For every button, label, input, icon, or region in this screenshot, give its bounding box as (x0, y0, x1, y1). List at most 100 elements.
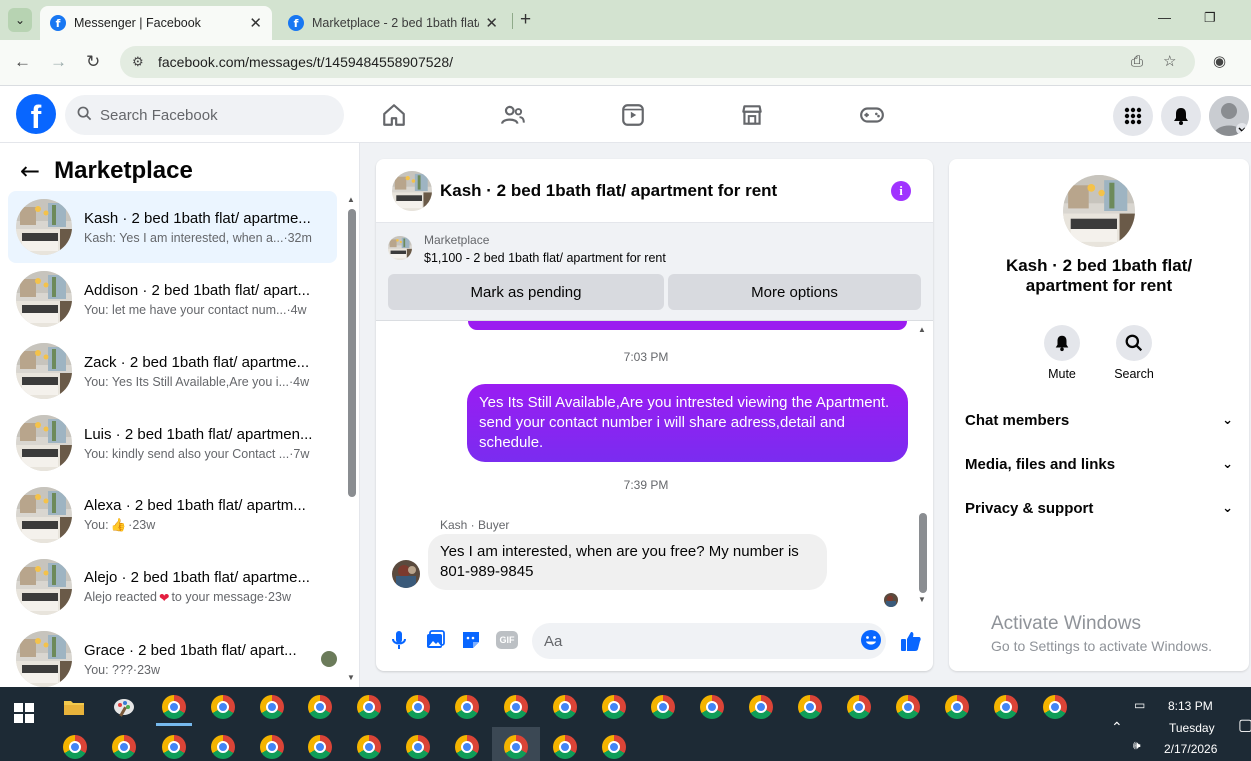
profile-icon[interactable]: ◉ (1213, 52, 1226, 70)
scroll-up-arrow-icon[interactable]: ▲ (347, 195, 355, 204)
chrome-taskbar-icon[interactable] (406, 695, 430, 719)
info-icon[interactable]: i (891, 181, 911, 201)
chrome-taskbar-icon[interactable] (112, 735, 136, 759)
thumbs-up-icon[interactable] (899, 629, 923, 653)
chrome-taskbar-icon[interactable] (896, 695, 920, 719)
chrome-taskbar-icon[interactable] (455, 695, 479, 719)
emoji-icon[interactable] (860, 629, 882, 651)
chrome-taskbar-icon[interactable] (798, 695, 822, 719)
site-info-icon[interactable]: ⚙ (132, 54, 152, 70)
more-options-button[interactable]: More options (668, 274, 921, 310)
conversation-large-avatar[interactable] (1063, 175, 1135, 247)
chrome-taskbar-icon[interactable] (553, 695, 577, 719)
url-text[interactable]: facebook.com/messages/t/1459484558907528… (158, 54, 1195, 70)
tab-marketplace[interactable]: f Marketplace - 2 bed 1bath flat/ ✕ (278, 6, 508, 40)
close-tab-icon[interactable]: ✕ (485, 14, 498, 32)
chrome-taskbar-icon[interactable] (504, 735, 528, 759)
message-text-field[interactable] (544, 632, 824, 650)
chrome-taskbar-icon[interactable] (308, 695, 332, 719)
chrome-taskbar-icon[interactable] (602, 735, 626, 759)
scroll-up-arrow-icon[interactable]: ▲ (918, 325, 926, 334)
photo-attach-icon[interactable] (424, 629, 446, 651)
chat-list-item[interactable]: Kash · 2 bed 1bath flat/ apartme... Kash:… (8, 191, 337, 263)
home-icon[interactable] (381, 102, 407, 128)
chrome-taskbar-icon[interactable] (357, 695, 381, 719)
conversation-avatar[interactable] (392, 171, 432, 211)
reload-icon[interactable]: ↻ (86, 52, 100, 72)
chrome-taskbar-icon[interactable] (406, 735, 430, 759)
marketplace-icon[interactable] (739, 102, 765, 128)
scroll-down-arrow-icon[interactable]: ▼ (918, 595, 926, 604)
message-input[interactable] (532, 623, 886, 659)
menu-button[interactable] (1113, 96, 1153, 136)
chrome-taskbar-icon[interactable] (260, 735, 284, 759)
privacy-support-section[interactable]: Privacy & support ⌄ (965, 493, 1233, 523)
clock-time[interactable]: 8:13 PM (1168, 699, 1213, 713)
clock-date[interactable]: 2/17/2026 (1164, 742, 1217, 756)
chrome-taskbar-icon[interactable] (357, 735, 381, 759)
chrome-taskbar-icon[interactable] (945, 695, 969, 719)
incoming-message-bubble[interactable]: Yes I am interested, when are you free? … (428, 534, 827, 590)
restore-button[interactable]: ❐ (1204, 10, 1216, 26)
friends-icon[interactable] (500, 102, 526, 128)
network-icon[interactable]: ▭ (1134, 698, 1145, 712)
tab-messenger[interactable]: f Messenger | Facebook ✕ (40, 6, 272, 40)
sender-avatar[interactable] (392, 560, 420, 588)
chrome-taskbar-icon[interactable] (260, 695, 284, 719)
search-conversation-button[interactable]: Search (1104, 325, 1164, 381)
chrome-taskbar-icon[interactable] (553, 735, 577, 759)
chrome-taskbar-icon[interactable] (700, 695, 724, 719)
back-arrow-icon[interactable]: ← (14, 52, 31, 72)
facebook-search[interactable] (65, 95, 344, 135)
new-tab-button[interactable]: + (520, 9, 531, 31)
paint-app-icon[interactable] (112, 695, 136, 719)
notifications-button[interactable] (1161, 96, 1201, 136)
gif-button[interactable]: GIF (496, 631, 518, 649)
chrome-taskbar-icon[interactable] (651, 695, 675, 719)
close-tab-icon[interactable]: ✕ (249, 14, 262, 32)
volume-icon[interactable]: 🕪 (1133, 738, 1141, 753)
chrome-taskbar-icon[interactable] (749, 695, 773, 719)
chat-list-item[interactable]: Addison · 2 bed 1bath flat/ apart... You:… (8, 263, 337, 335)
chrome-taskbar-icon[interactable] (162, 735, 186, 759)
chrome-taskbar-icon[interactable] (308, 735, 332, 759)
sticker-icon[interactable] (460, 629, 482, 651)
chrome-taskbar-icon[interactable] (63, 735, 87, 759)
search-input[interactable] (100, 106, 320, 124)
gaming-icon[interactable] (859, 102, 885, 128)
conversation-title[interactable]: Kash · 2 bed 1bath flat/ apartment for r… (440, 181, 777, 201)
tab-search-menu-button[interactable]: ⌄ (8, 8, 32, 32)
video-icon[interactable] (620, 102, 646, 128)
mark-as-pending-button[interactable]: Mark as pending (388, 274, 664, 310)
chrome-taskbar-icon[interactable] (162, 695, 186, 719)
chrome-taskbar-icon[interactable] (602, 695, 626, 719)
omnibox[interactable]: ⚙ facebook.com/messages/t/14594845589075… (120, 46, 1195, 78)
microphone-icon[interactable] (388, 629, 410, 651)
outgoing-message-bubble[interactable]: Yes Its Still Available,Are you intreste… (467, 384, 908, 462)
chrome-taskbar-icon[interactable] (211, 735, 235, 759)
minimize-button[interactable]: — (1158, 10, 1171, 25)
chat-members-section[interactable]: Chat members ⌄ (965, 405, 1233, 435)
chat-list-item[interactable]: Zack · 2 bed 1bath flat/ apartme... You: … (8, 335, 337, 407)
chat-list-item[interactable]: Luis · 2 bed 1bath flat/ apartmen... You:… (8, 407, 337, 479)
chrome-taskbar-icon[interactable] (994, 695, 1018, 719)
clock-day[interactable]: Tuesday (1169, 721, 1215, 735)
bookmark-star-icon[interactable]: ☆ (1163, 52, 1176, 70)
notification-center-icon[interactable]: ▢ (1238, 715, 1251, 735)
mute-button[interactable]: Mute (1032, 325, 1092, 381)
thread-scrollbar[interactable]: ▲ ▼ (917, 325, 929, 605)
windows-start-icon[interactable] (14, 703, 34, 723)
chrome-taskbar-icon[interactable] (1043, 695, 1067, 719)
scrollbar-thumb[interactable] (348, 209, 356, 497)
chat-list-item[interactable]: Alexa · 2 bed 1bath flat/ apartm... You: … (8, 479, 337, 551)
file-explorer-icon[interactable] (62, 695, 86, 719)
chrome-taskbar-icon[interactable] (211, 695, 235, 719)
chat-list-scrollbar[interactable]: ▲ ▼ (347, 195, 357, 683)
show-hidden-icons-chevron-icon[interactable]: ⌃ (1111, 719, 1123, 736)
listing-price-title[interactable]: $1,100 - 2 bed 1bath flat/ apartment for… (424, 251, 666, 265)
listing-thumbnail[interactable] (388, 236, 412, 260)
install-app-icon[interactable]: ⎙ (1131, 53, 1143, 70)
scroll-down-arrow-icon[interactable]: ▼ (347, 673, 355, 682)
facebook-logo[interactable]: f (16, 94, 56, 134)
media-files-links-section[interactable]: Media, files and links ⌄ (965, 449, 1233, 479)
